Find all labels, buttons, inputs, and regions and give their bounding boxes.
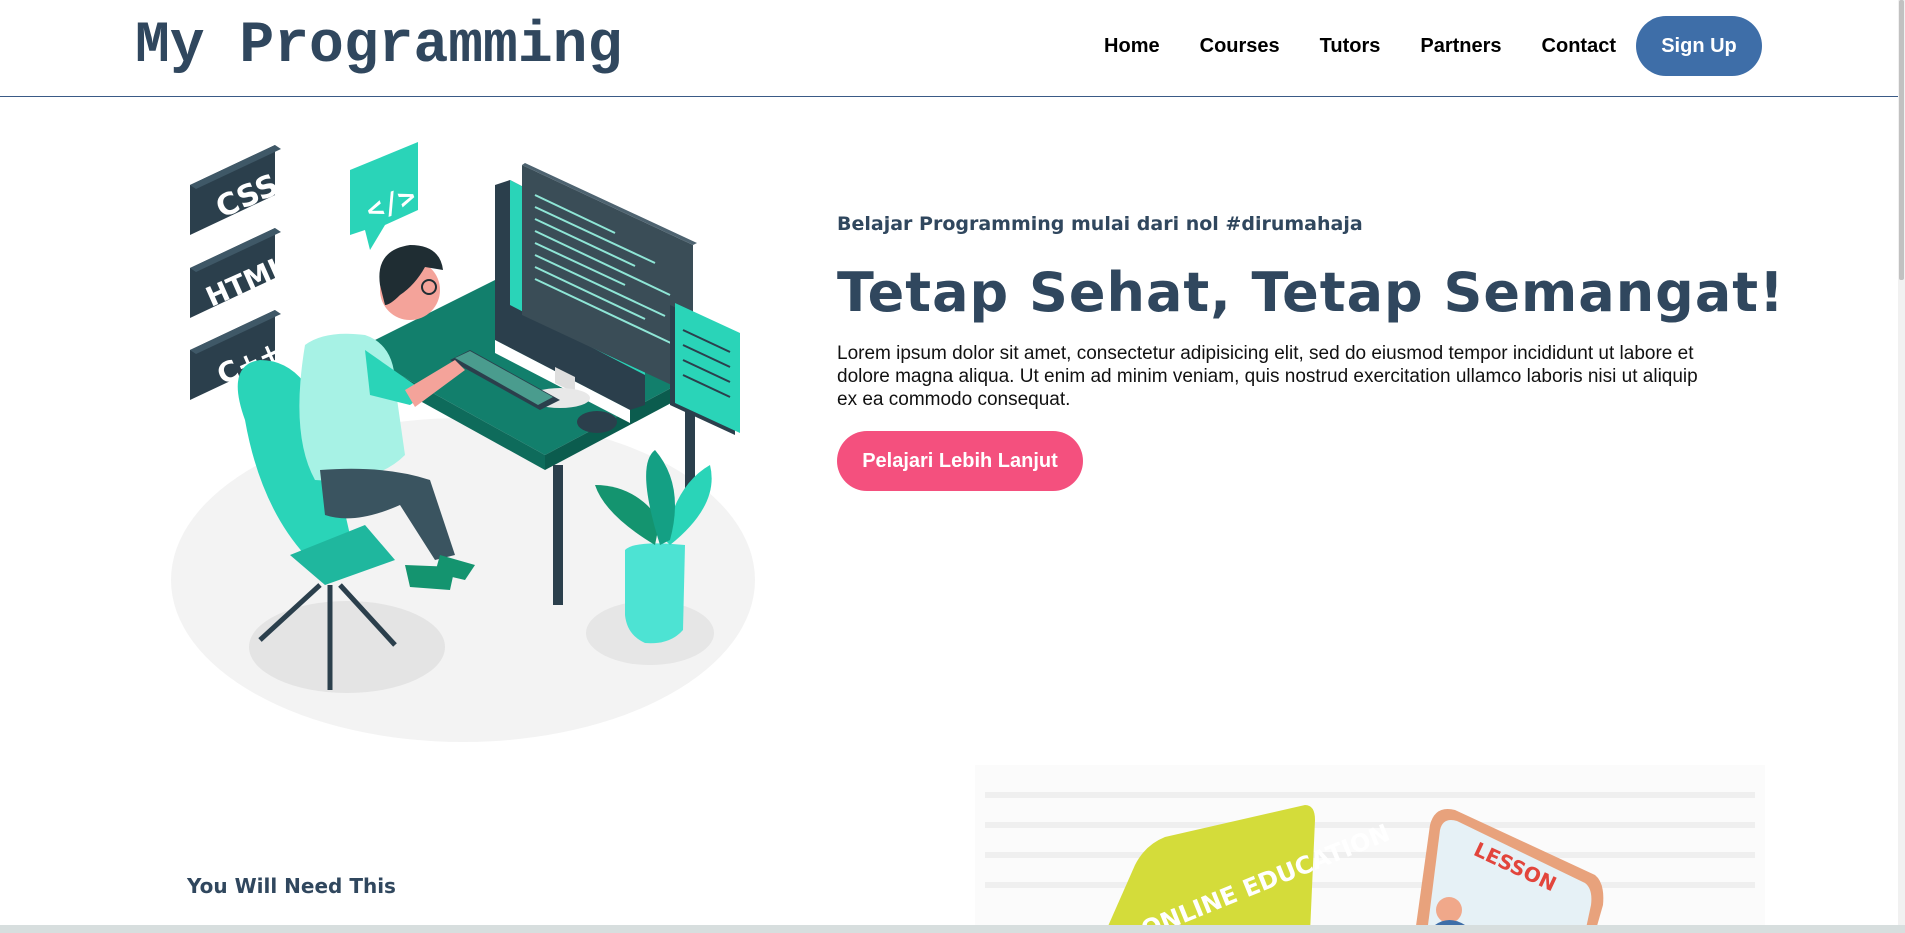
nav-courses[interactable]: Courses	[1200, 35, 1280, 58]
site-header: My Programming Home Courses Tutors Partn…	[0, 0, 1898, 97]
learn-more-button[interactable]: Pelajari Lebih Lanjut	[837, 431, 1083, 491]
hero-headline: Tetap Sehat, Tetap Semangat!	[837, 261, 1785, 324]
main-nav: Home Courses Tutors Partners Contact Sig…	[1104, 16, 1762, 76]
chair-shadow	[249, 601, 445, 693]
nav-contact[interactable]: Contact	[1542, 35, 1616, 58]
signup-button[interactable]: Sign Up	[1636, 16, 1762, 76]
hero-description: Lorem ipsum dolor sit amet, consectetur …	[837, 343, 1698, 410]
hero-tagline: Belajar Programming mulai dari nol #diru…	[837, 213, 1363, 235]
horizontal-scrollbar[interactable]	[0, 925, 1905, 933]
nav-partners[interactable]: Partners	[1420, 35, 1501, 58]
features-illustration: ONLINE EDUCATION LESSON	[975, 765, 1765, 933]
nav-tutors[interactable]: Tutors	[1320, 35, 1381, 58]
features-title: You Will Need This	[187, 874, 396, 898]
hero-text: Belajar Programming mulai dari nol #diru…	[837, 213, 1785, 491]
css-tag-icon: CSS	[190, 145, 284, 235]
second-monitor	[670, 303, 740, 435]
scrollbar-thumb[interactable]	[1899, 0, 1904, 280]
code-bubble-icon: </>	[350, 142, 420, 250]
nav-home[interactable]: Home	[1104, 35, 1160, 58]
mouse	[577, 411, 617, 433]
site-logo[interactable]: My Programming	[135, 14, 622, 79]
hero-illustration: CSS HTML C++ </>	[171, 142, 755, 742]
html-tag-icon: HTML	[190, 228, 292, 318]
vertical-scrollbar[interactable]	[1898, 0, 1905, 933]
